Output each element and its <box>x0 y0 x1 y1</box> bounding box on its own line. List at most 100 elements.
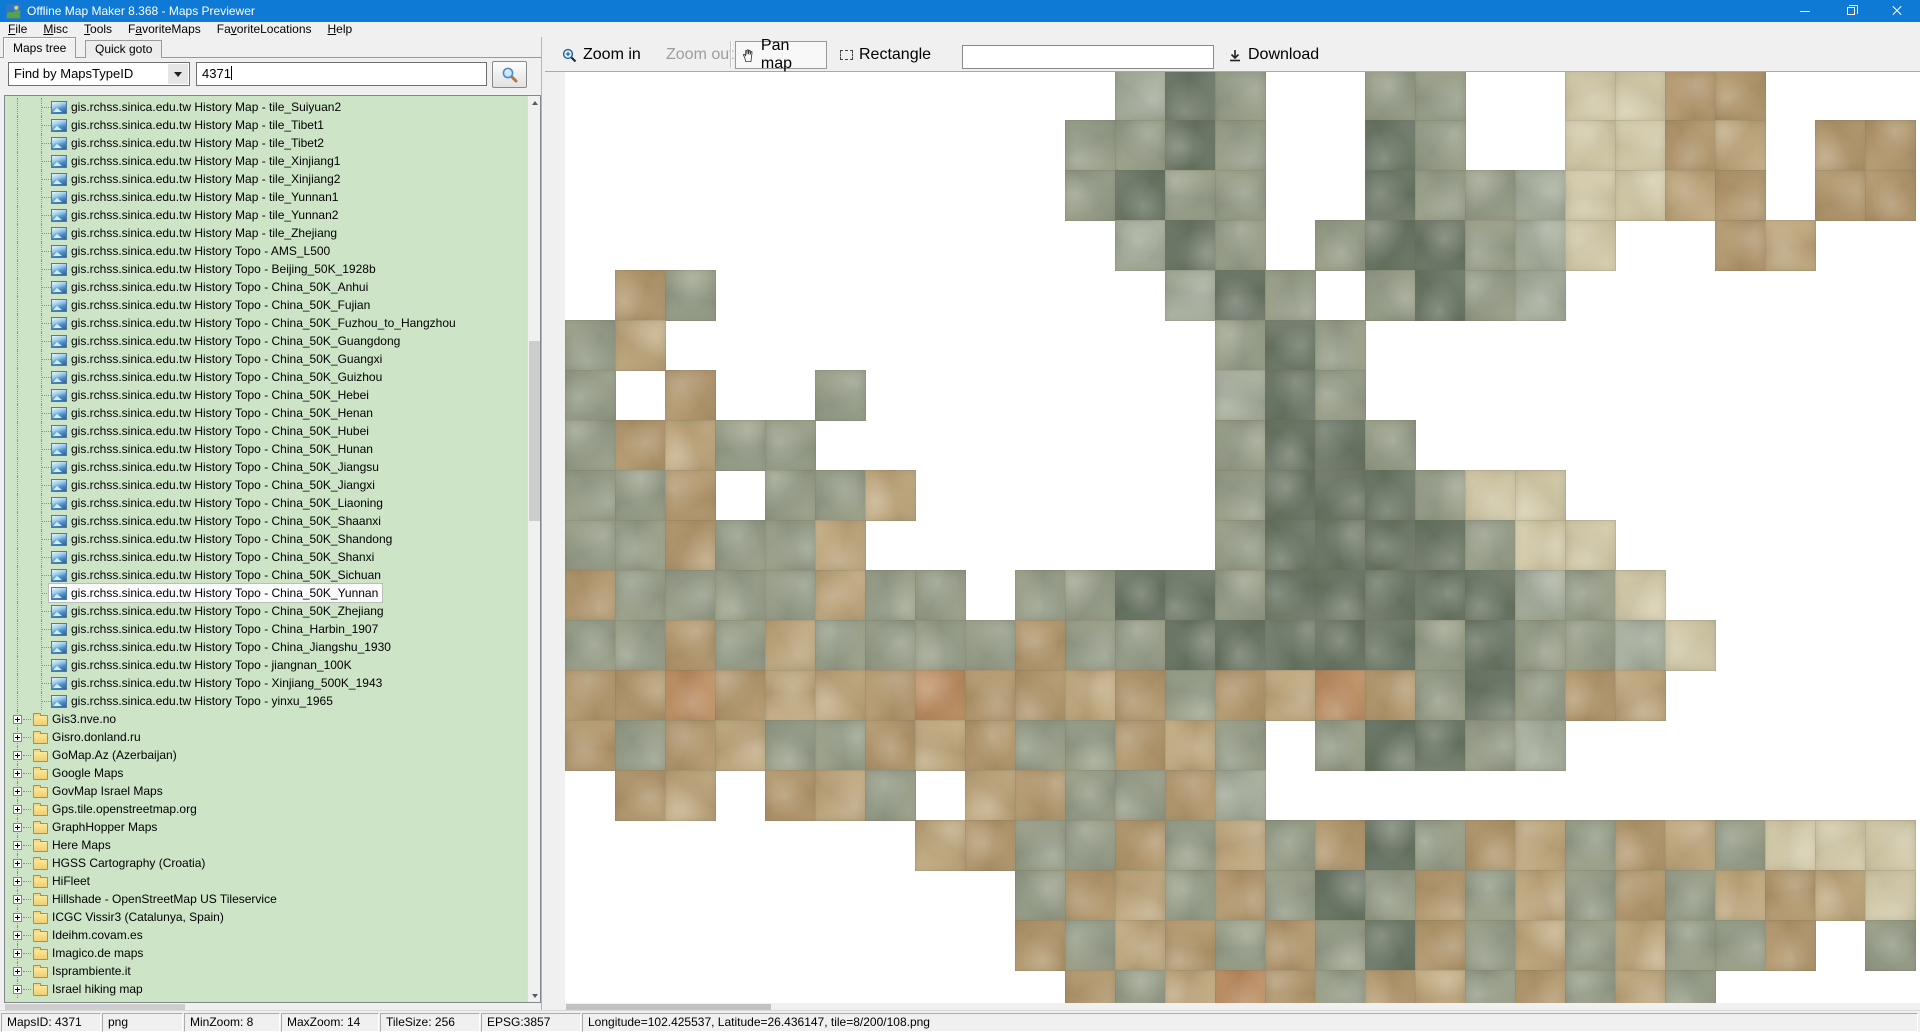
map-tile <box>1615 670 1666 721</box>
close-button[interactable] <box>1874 0 1920 22</box>
tree-item[interactable]: gis.rchss.sinica.edu.tw History Topo - C… <box>5 350 527 368</box>
search-button[interactable] <box>492 61 527 88</box>
menu-favoritemaps[interactable]: FavoriteMaps <box>120 22 209 37</box>
tree-folder[interactable]: Ideihm.covam.es <box>5 926 527 944</box>
tree-item[interactable]: gis.rchss.sinica.edu.tw History Topo - C… <box>5 602 527 620</box>
menu-help[interactable]: Help <box>320 22 361 37</box>
tree-item[interactable]: gis.rchss.sinica.edu.tw History Topo - C… <box>5 278 527 296</box>
tree-item[interactable]: gis.rchss.sinica.edu.tw History Map - ti… <box>5 206 527 224</box>
zoom-in-button[interactable]: Zoom in <box>556 41 647 69</box>
tree-folder[interactable]: Israel hiking map <box>5 980 527 998</box>
tree-item[interactable]: gis.rchss.sinica.edu.tw History Topo - C… <box>5 530 527 548</box>
tree-item[interactable]: gis.rchss.sinica.edu.tw History Topo - C… <box>5 494 527 512</box>
rectangle-button[interactable]: Rectangle <box>834 41 937 69</box>
tree-folder[interactable]: Gis3.nve.no <box>5 710 527 728</box>
expand-plus-icon[interactable] <box>13 877 22 886</box>
expand-plus-icon[interactable] <box>13 823 22 832</box>
expand-plus-icon[interactable] <box>13 985 22 994</box>
tree-item[interactable]: gis.rchss.sinica.edu.tw History Topo - C… <box>5 458 527 476</box>
expand-plus-icon[interactable] <box>13 967 22 976</box>
tree-item[interactable]: gis.rchss.sinica.edu.tw History Topo - C… <box>5 638 527 656</box>
map-tile <box>1565 72 1616 121</box>
tree-item[interactable]: gis.rchss.sinica.edu.tw History Topo - C… <box>5 584 527 602</box>
expand-plus-icon[interactable] <box>13 751 22 760</box>
expand-plus-icon[interactable] <box>13 913 22 922</box>
tree-item[interactable]: gis.rchss.sinica.edu.tw History Map - ti… <box>5 152 527 170</box>
download-button[interactable]: Download <box>1222 41 1325 69</box>
tree-item[interactable]: gis.rchss.sinica.edu.tw History Topo - B… <box>5 260 527 278</box>
tree-folder[interactable]: Google Maps <box>5 764 527 782</box>
expand-plus-icon[interactable] <box>13 787 22 796</box>
tree-item[interactable]: gis.rchss.sinica.edu.tw History Topo - C… <box>5 440 527 458</box>
tree-item[interactable]: gis.rchss.sinica.edu.tw History Topo - j… <box>5 656 527 674</box>
tree-item[interactable]: gis.rchss.sinica.edu.tw History Topo - C… <box>5 548 527 566</box>
pan-map-button[interactable]: Pan map <box>735 41 827 69</box>
tree-item[interactable]: gis.rchss.sinica.edu.tw History Topo - y… <box>5 692 527 710</box>
tree-item[interactable]: gis.rchss.sinica.edu.tw History Topo - A… <box>5 242 527 260</box>
expand-plus-icon[interactable] <box>13 859 22 868</box>
tree-item[interactable]: gis.rchss.sinica.edu.tw History Map - ti… <box>5 98 527 116</box>
menu-file[interactable]: File <box>0 22 35 37</box>
tree-item[interactable]: gis.rchss.sinica.edu.tw History Topo - X… <box>5 674 527 692</box>
chevron-down-icon[interactable] <box>168 64 188 84</box>
download-range-input[interactable] <box>962 45 1214 69</box>
tree-item[interactable]: gis.rchss.sinica.edu.tw History Topo - C… <box>5 566 527 584</box>
scrollbar-thumb[interactable] <box>529 341 540 521</box>
tree-folder[interactable]: Gisro.donland.ru <box>5 728 527 746</box>
restore-button[interactable] <box>1828 0 1874 22</box>
tree-folder[interactable]: GovMap Israel Maps <box>5 782 527 800</box>
tree-item[interactable]: gis.rchss.sinica.edu.tw History Map - ti… <box>5 134 527 152</box>
tree-item[interactable]: gis.rchss.sinica.edu.tw History Map - ti… <box>5 188 527 206</box>
tree-item[interactable]: gis.rchss.sinica.edu.tw History Map - ti… <box>5 224 527 242</box>
find-mode-combobox[interactable]: Find by MapsTypeID <box>8 62 190 86</box>
menu-favoritelocations[interactable]: FavoriteLocations <box>209 22 320 37</box>
tree-item[interactable]: gis.rchss.sinica.edu.tw History Topo - C… <box>5 404 527 422</box>
tree-folder[interactable]: Here Maps <box>5 836 527 854</box>
map-preview-canvas[interactable] <box>565 72 1920 1003</box>
zoom-out-button[interactable]: Zoom out <box>660 41 740 69</box>
title-bar[interactable]: Offline Map Maker 8.368 - Maps Previewer <box>0 0 1920 22</box>
tree-folder[interactable]: GraphHopper Maps <box>5 818 527 836</box>
expand-plus-icon[interactable] <box>13 805 22 814</box>
expand-plus-icon[interactable] <box>13 931 22 940</box>
panel-splitter[interactable] <box>541 37 565 1010</box>
maps-tree[interactable]: gis.rchss.sinica.edu.tw History Map - ti… <box>4 95 541 1003</box>
tree-folder[interactable]: ICGC Vissir3 (Catalunya, Spain) <box>5 908 527 926</box>
expand-plus-icon[interactable] <box>13 841 22 850</box>
scroll-up-arrow-icon[interactable] <box>528 96 541 109</box>
tree-item[interactable]: gis.rchss.sinica.edu.tw History Topo - C… <box>5 386 527 404</box>
expand-plus-icon[interactable] <box>13 895 22 904</box>
tree-folder[interactable]: Hillshade - OpenStreetMap US Tileservice <box>5 890 527 908</box>
menu-misc[interactable]: Misc <box>35 22 76 37</box>
tree-item[interactable]: gis.rchss.sinica.edu.tw History Map - ti… <box>5 170 527 188</box>
minimize-button[interactable] <box>1782 0 1828 22</box>
expand-plus-icon[interactable] <box>13 769 22 778</box>
scroll-down-arrow-icon[interactable] <box>528 989 541 1002</box>
tree-item[interactable]: gis.rchss.sinica.edu.tw History Topo - C… <box>5 314 527 332</box>
search-input[interactable]: 4371 <box>196 62 487 86</box>
tree-folder[interactable]: HGSS Cartography (Croatia) <box>5 854 527 872</box>
expand-plus-icon[interactable] <box>13 949 22 958</box>
map-tile <box>615 670 666 721</box>
tree-item[interactable]: gis.rchss.sinica.edu.tw History Topo - C… <box>5 422 527 440</box>
tree-item[interactable]: gis.rchss.sinica.edu.tw History Topo - C… <box>5 296 527 314</box>
tree-vertical-scrollbar[interactable] <box>527 96 540 1002</box>
tab-maps-tree[interactable]: Maps tree <box>3 37 76 58</box>
tree-item[interactable]: gis.rchss.sinica.edu.tw History Topo - C… <box>5 620 527 638</box>
tree-folder[interactable]: HiFleet <box>5 872 527 890</box>
tree-item[interactable]: gis.rchss.sinica.edu.tw History Topo - C… <box>5 476 527 494</box>
map-tile <box>1815 870 1866 921</box>
tree-folder[interactable]: GoMap.Az (Azerbaijan) <box>5 746 527 764</box>
tree-folder[interactable]: Imagico.de maps <box>5 944 527 962</box>
expand-plus-icon[interactable] <box>13 715 22 724</box>
tab-quick-goto[interactable]: Quick goto <box>85 40 162 58</box>
tree-item[interactable]: gis.rchss.sinica.edu.tw History Topo - C… <box>5 332 527 350</box>
expand-plus-icon[interactable] <box>13 733 22 742</box>
tree-folder[interactable]: Isprambiente.it <box>5 962 527 980</box>
tree-item[interactable]: gis.rchss.sinica.edu.tw History Topo - C… <box>5 368 527 386</box>
tree-item[interactable]: gis.rchss.sinica.edu.tw History Topo - C… <box>5 512 527 530</box>
tree-item[interactable]: gis.rchss.sinica.edu.tw History Map - ti… <box>5 116 527 134</box>
map-tile <box>1215 670 1266 721</box>
tree-folder[interactable]: Gps.tile.openstreetmap.org <box>5 800 527 818</box>
menu-tools[interactable]: Tools <box>76 22 120 37</box>
